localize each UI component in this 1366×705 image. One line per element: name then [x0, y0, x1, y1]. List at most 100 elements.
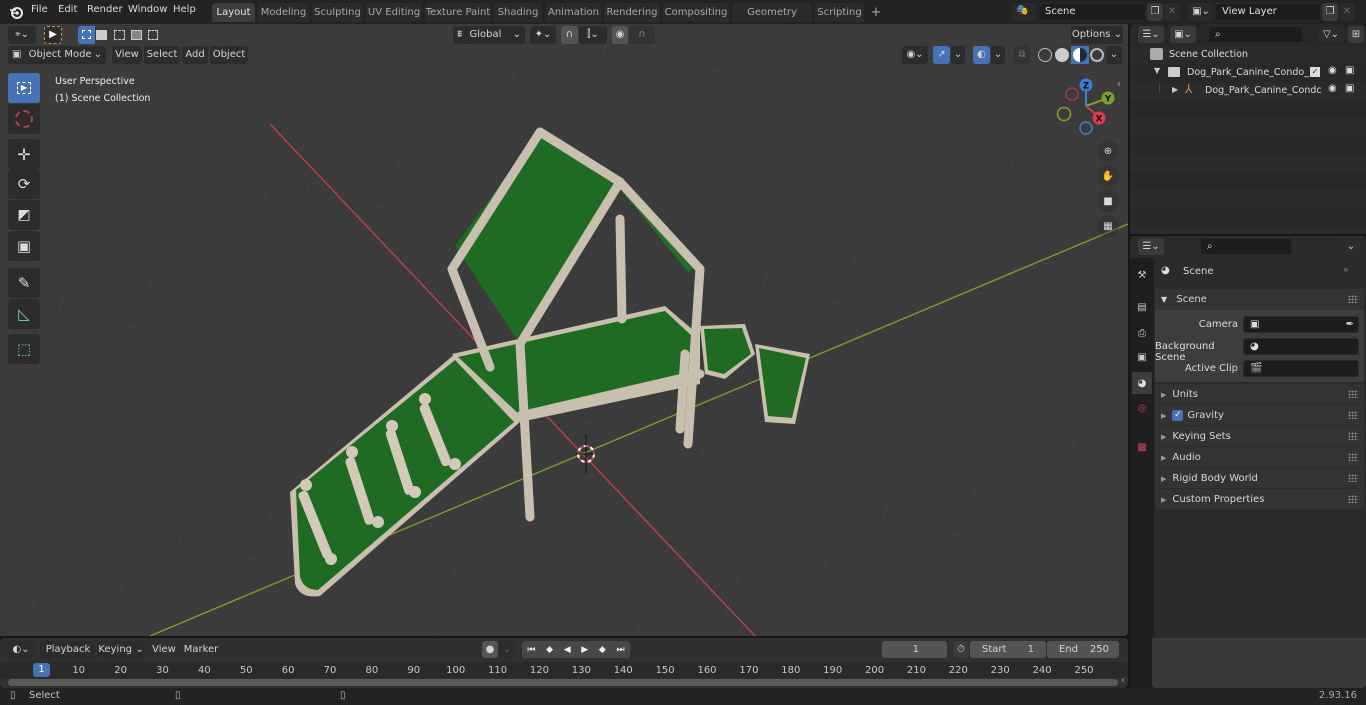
tab-tool[interactable]: ⚒ [1132, 264, 1152, 286]
rendered-shading-button[interactable] [1090, 48, 1104, 62]
tab-texture-paint[interactable]: Texture Paint [425, 3, 491, 22]
editor-type-button[interactable]: ⌖⌄ [8, 26, 36, 44]
tab-animation[interactable]: Animation [546, 3, 601, 22]
new-view-layer-button[interactable]: ❐ [1322, 3, 1338, 21]
tab-modeling[interactable]: Modeling [258, 3, 309, 22]
camera-render-icon[interactable]: ▣ [1345, 83, 1354, 94]
keying-dropdown[interactable]: Keying ⌄ [97, 641, 145, 658]
visibility-dropdown[interactable]: ◉⌄ [902, 46, 928, 64]
tab-world[interactable]: ◎ [1132, 397, 1152, 419]
tool-cursor[interactable] [8, 104, 40, 134]
outliner-search-input[interactable]: ⌕ [1208, 26, 1303, 43]
view-menu[interactable]: View [112, 46, 142, 64]
expand-right-icon[interactable]: ▶ [1172, 85, 1178, 94]
select-invert-icon[interactable] [131, 30, 142, 40]
new-collection-button[interactable]: ⊞ [1348, 26, 1364, 43]
wireframe-shading-button[interactable] [1038, 48, 1052, 62]
eyedropper-icon[interactable]: ✒ [1346, 317, 1354, 333]
snap-target-dropdown[interactable]: ⫿⌄ [579, 26, 607, 44]
drag-handle-icon[interactable] [1348, 495, 1358, 503]
menu-help[interactable]: Help [173, 4, 196, 15]
menu-edit[interactable]: Edit [58, 4, 77, 15]
playhead[interactable]: 1 [33, 663, 50, 677]
marker-menu[interactable]: Marker [183, 641, 219, 658]
play-reverse-icon[interactable]: ◀ [564, 645, 571, 655]
timeline-view-menu[interactable]: View [150, 641, 178, 658]
add-menu[interactable]: Add [182, 46, 208, 64]
select-extend-icon[interactable] [96, 30, 107, 40]
tab-output[interactable]: ⎙ [1132, 322, 1152, 344]
object-menu[interactable]: Object [210, 46, 248, 64]
tab-scripting[interactable]: Scripting [815, 3, 864, 22]
zoom-view-button[interactable]: ⊕ [1097, 140, 1119, 162]
gizmo-dropdown[interactable]: ⌄ [951, 46, 965, 64]
end-frame-field[interactable]: End 250 [1047, 641, 1119, 658]
options-dropdown[interactable]: Options ⌄ [1071, 26, 1123, 44]
jump-end-icon[interactable]: ⏭ [616, 645, 624, 655]
tab-geometry-nodes[interactable]: Geometry Nodes [732, 3, 812, 37]
eye-icon[interactable]: ◉ [1328, 65, 1337, 76]
select-new-button[interactable] [78, 26, 95, 44]
navigation-gizmo[interactable]: Z Y X [1050, 74, 1120, 139]
exclude-checkbox[interactable]: ✓ [1310, 67, 1320, 77]
tab-texture[interactable]: ▩ [1132, 436, 1152, 458]
tab-render[interactable]: ▤ [1132, 296, 1152, 318]
current-frame-field[interactable]: 1 [882, 641, 947, 658]
tab-shading[interactable]: Shading [494, 3, 542, 22]
eye-icon[interactable]: ◉ [1328, 83, 1337, 94]
timeline-editor-type[interactable]: ◐⌄ [7, 641, 35, 658]
tab-rendering[interactable]: Rendering [604, 3, 660, 22]
active-clip-field[interactable]: 🎬 [1243, 360, 1359, 377]
outliner-row-collection[interactable]: ▼ Dog_Park_Canine_Condo_Gre ✓ ◉ ▣ [1130, 64, 1366, 82]
panel-scene-header[interactable]: ▼ Scene [1155, 289, 1364, 310]
drag-handle-icon[interactable] [1348, 411, 1358, 419]
camera-view-button[interactable]: ■ [1097, 190, 1119, 212]
tool-scale[interactable]: ◩ [8, 200, 40, 230]
tool-rotate[interactable]: ⟳ [8, 169, 40, 199]
prev-keyframe-icon[interactable]: ◆ [546, 645, 553, 655]
camera-render-icon[interactable]: ▣ [1345, 65, 1354, 76]
mode-dropdown[interactable]: ▣ Object Mode ⌄ [8, 46, 106, 64]
tool-add-cube[interactable]: ⬚ [8, 334, 40, 364]
tab-scene[interactable]: ◕ [1132, 372, 1152, 394]
delete-view-layer-button[interactable]: ✕ [1339, 3, 1355, 21]
pin-icon[interactable]: ⌖ [1343, 265, 1349, 276]
overlay-toggle[interactable]: ◐ [973, 46, 990, 64]
tab-layout[interactable]: Layout [212, 3, 255, 22]
select-menu[interactable]: Select [144, 46, 180, 64]
background-scene-field[interactable]: ◕ [1243, 338, 1359, 355]
tool-measure[interactable]: ◺ [8, 299, 40, 329]
tab-view-layer[interactable]: ▣ [1132, 346, 1152, 368]
jump-start-icon[interactable]: ⏮ [527, 645, 535, 655]
panel-audio[interactable]: ▶ Audio [1155, 446, 1364, 467]
shading-dropdown[interactable]: ⌄ [1106, 46, 1122, 64]
3d-viewport[interactable]: ⌖⌄ ▶ ⩩ Global ⌄ ✦⌄ ∩ ⫿⌄ ◉ ∩ Options ⌄ ▣ … [0, 24, 1128, 636]
play-icon[interactable]: ▶ [581, 645, 588, 655]
tool-select-box[interactable]: ▶ [8, 73, 40, 103]
panel-custom-properties[interactable]: ▶ Custom Properties [1155, 488, 1364, 509]
new-scene-button[interactable]: ❐ [1147, 3, 1163, 21]
snap-toggle[interactable]: ∩ [561, 26, 578, 44]
timeline-scrollbar[interactable] [8, 679, 1118, 686]
start-frame-field[interactable]: Start 1 [970, 641, 1046, 658]
tool-move[interactable]: ✛ [8, 139, 40, 169]
pan-view-button[interactable]: ✋ [1097, 165, 1119, 187]
add-workspace-button[interactable]: + [868, 3, 884, 22]
display-mode-dropdown[interactable]: ▣⌄ [1170, 26, 1196, 43]
proportional-edit-toggle[interactable]: ◉ [612, 26, 628, 44]
blender-logo-icon[interactable] [9, 5, 23, 19]
overlay-dropdown[interactable]: ⌄ [991, 46, 1005, 64]
outliner-row-object[interactable]: | ▶ ⅄ Dog_Park_Canine_Condc ◉ ▣ [1130, 82, 1366, 100]
menu-window[interactable]: Window [128, 4, 167, 15]
properties-search-input[interactable]: ⌕ [1200, 238, 1292, 255]
drag-handle-icon[interactable] [1348, 295, 1358, 303]
menu-render[interactable]: Render [87, 4, 123, 15]
scene-browse-button[interactable]: 🎭 [1012, 3, 1036, 21]
next-keyframe-icon[interactable]: ◆ [599, 645, 606, 655]
expand-down-icon[interactable]: ▼ [1154, 66, 1160, 75]
panel-rigid-body-world[interactable]: ▶ Rigid Body World [1155, 467, 1364, 488]
select-intersect-icon[interactable] [148, 30, 158, 40]
preview-range-toggle[interactable]: ⏱ [953, 641, 969, 658]
transform-orientation-dropdown[interactable]: ⩩ Global ⌄ [453, 26, 525, 44]
playback-dropdown[interactable]: Playback ⌄ [40, 641, 96, 672]
